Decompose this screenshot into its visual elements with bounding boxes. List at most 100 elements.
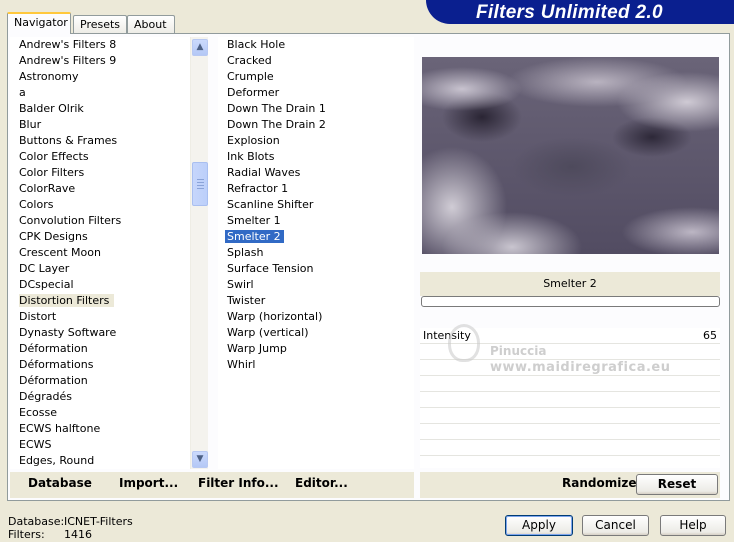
category-item-label: Color Effects: [19, 150, 89, 163]
category-item[interactable]: DC Layer: [10, 261, 190, 277]
filter-item[interactable]: Smelter 2: [218, 229, 414, 245]
category-item[interactable]: Crescent Moon: [10, 245, 190, 261]
category-item[interactable]: Colors: [10, 197, 190, 213]
category-item[interactable]: ECWS halftone: [10, 421, 190, 437]
category-item[interactable]: Ecosse: [10, 405, 190, 421]
category-scrollbar[interactable]: ▲ ▼: [190, 37, 208, 469]
category-item-label: DCspecial: [19, 278, 74, 291]
filter-item[interactable]: Twister: [218, 293, 414, 309]
filter-item-label: Down The Drain 1: [227, 102, 326, 115]
filter-item[interactable]: Deformer: [218, 85, 414, 101]
parameter-value: 65: [703, 329, 717, 342]
filter-item[interactable]: Surface Tension: [218, 261, 414, 277]
import-button[interactable]: Import...: [119, 476, 178, 490]
parameter-row[interactable]: [420, 408, 720, 424]
filter-item-label: Smelter 1: [227, 214, 281, 227]
filter-item[interactable]: Smelter 1: [218, 213, 414, 229]
filter-item[interactable]: Whirl: [218, 357, 414, 373]
category-item[interactable]: Balder Olrik: [10, 101, 190, 117]
filter-item[interactable]: Down The Drain 1: [218, 101, 414, 117]
category-item[interactable]: Déformation: [10, 373, 190, 389]
filter-item[interactable]: Explosion: [218, 133, 414, 149]
category-item-label: Astronomy: [19, 70, 79, 83]
tab-navigator[interactable]: Navigator: [7, 12, 71, 34]
filter-item[interactable]: Warp Jump: [218, 341, 414, 357]
database-value: ICNET-Filters: [64, 515, 133, 528]
category-item[interactable]: Déformations: [10, 357, 190, 373]
category-item-label: Blur: [19, 118, 42, 131]
cancel-button[interactable]: Cancel: [582, 515, 649, 536]
category-item[interactable]: a: [10, 85, 190, 101]
category-item[interactable]: Dynasty Software: [10, 325, 190, 341]
category-item-label: DC Layer: [19, 262, 70, 275]
category-list[interactable]: Andrew's Filters 8 Andrew's Filters 9 Astr…: [10, 37, 190, 469]
watermark: Pinuccia www.maidiregrafica.eu: [440, 320, 670, 382]
category-item[interactable]: Edges, Round: [10, 453, 190, 469]
filter-item[interactable]: Ink Blots: [218, 149, 414, 165]
category-item[interactable]: Distortion Filters: [10, 293, 190, 309]
category-item[interactable]: Andrew's Filters 8: [10, 37, 190, 53]
category-item-label: Dégradés: [19, 390, 72, 403]
category-item-label: Buttons & Frames: [19, 134, 118, 147]
tab-about[interactable]: About: [127, 15, 175, 34]
filter-item-label: Warp (horizontal): [227, 310, 323, 323]
category-item[interactable]: Color Filters: [10, 165, 190, 181]
category-item[interactable]: Distort: [10, 309, 190, 325]
category-item-label: Colors: [19, 198, 54, 211]
filter-item[interactable]: Swirl: [218, 277, 414, 293]
app-banner-title: Filters Unlimited 2.0: [426, 0, 734, 24]
category-item[interactable]: Déformation: [10, 341, 190, 357]
category-item-label: Color Filters: [19, 166, 85, 179]
filter-item[interactable]: Crumple: [218, 69, 414, 85]
database-button[interactable]: Database: [28, 476, 92, 490]
category-item-label: Dynasty Software: [19, 326, 117, 339]
filter-item[interactable]: Radial Waves: [218, 165, 414, 181]
help-button[interactable]: Help: [660, 515, 726, 536]
apply-button[interactable]: Apply: [505, 515, 573, 536]
parameter-row[interactable]: [420, 424, 720, 440]
watermark-url: www.maidiregrafica.eu: [490, 360, 671, 375]
category-item-label: ECWS: [19, 438, 52, 451]
randomize-button[interactable]: Randomize: [562, 476, 636, 490]
category-item[interactable]: CPK Designs: [10, 229, 190, 245]
category-item[interactable]: ECWS: [10, 437, 190, 453]
filter-item[interactable]: Refractor 1: [218, 181, 414, 197]
scroll-up-button[interactable]: ▲: [192, 39, 208, 56]
category-item[interactable]: ColorRave: [10, 181, 190, 197]
tab-presets[interactable]: Presets: [73, 15, 127, 34]
filter-item[interactable]: Cracked: [218, 53, 414, 69]
filter-item-label: Deformer: [227, 86, 280, 99]
reset-button[interactable]: Reset: [636, 474, 718, 495]
category-item[interactable]: Astronomy: [10, 69, 190, 85]
category-item-label: Déformation: [19, 342, 88, 355]
filter-item[interactable]: Warp (horizontal): [218, 309, 414, 325]
category-item[interactable]: DCspecial: [10, 277, 190, 293]
scroll-thumb[interactable]: [192, 162, 208, 206]
filter-info-button[interactable]: Filter Info...: [198, 476, 279, 490]
filter-item-label: Cracked: [227, 54, 272, 67]
filter-item[interactable]: Splash: [218, 245, 414, 261]
category-item[interactable]: Buttons & Frames: [10, 133, 190, 149]
filter-item-label: Surface Tension: [227, 262, 314, 275]
parameter-row[interactable]: [420, 392, 720, 408]
filter-list[interactable]: Black Hole Cracked Crumple Deformer Down The…: [218, 37, 414, 469]
category-item-label: ColorRave: [19, 182, 76, 195]
scroll-down-button[interactable]: ▼: [192, 451, 208, 468]
category-item[interactable]: Convolution Filters: [10, 213, 190, 229]
filter-item[interactable]: Down The Drain 2: [218, 117, 414, 133]
progress-bar: [421, 296, 720, 307]
category-item[interactable]: Andrew's Filters 9: [10, 53, 190, 69]
filter-item[interactable]: Black Hole: [218, 37, 414, 53]
category-item-label: Balder Olrik: [19, 102, 84, 115]
category-item-label: ECWS halftone: [19, 422, 101, 435]
editor-button[interactable]: Editor...: [295, 476, 348, 490]
filter-item[interactable]: Scanline Shifter: [218, 197, 414, 213]
category-item-label: Déformations: [19, 358, 94, 371]
filter-item-label: Down The Drain 2: [227, 118, 326, 131]
category-item[interactable]: Dégradés: [10, 389, 190, 405]
parameter-row[interactable]: [420, 440, 720, 456]
category-item-label: a: [19, 86, 26, 99]
filter-item[interactable]: Warp (vertical): [218, 325, 414, 341]
category-item[interactable]: Color Effects: [10, 149, 190, 165]
category-item[interactable]: Blur: [10, 117, 190, 133]
